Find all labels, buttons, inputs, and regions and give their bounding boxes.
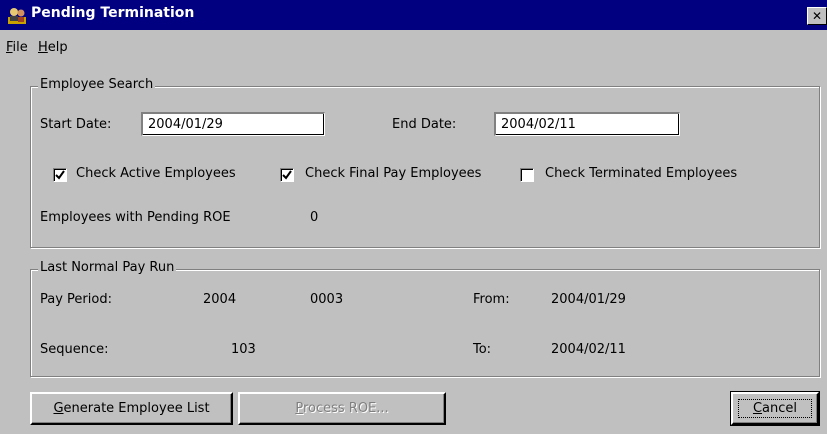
check-terminated-checkbox[interactable] [520,168,534,182]
end-date-field[interactable]: 2004/02/11 [494,112,680,136]
employee-search-title: Employee Search [38,77,156,92]
app-icon [8,8,26,24]
menu-file[interactable]: File [6,40,28,55]
check-active-checkbox[interactable] [53,168,67,182]
to-label: To: [473,342,492,357]
last-pay-run-title: Last Normal Pay Run [38,260,177,275]
sequence-value: 103 [231,342,256,357]
menu-help[interactable]: Help [38,40,68,55]
start-date-field[interactable]: 2004/01/29 [141,112,325,136]
close-button[interactable]: ✕ [807,7,827,25]
check-active-label[interactable]: Check Active Employees [76,166,236,181]
to-value: 2004/02/11 [551,342,626,357]
close-icon: ✕ [811,9,823,23]
pending-roe-value: 0 [310,210,319,225]
focus-rectangle [738,399,812,418]
checkmark-icon [282,170,292,180]
process-roe-button[interactable]: Process ROE... [238,392,446,425]
check-terminated-label[interactable]: Check Terminated Employees [545,166,737,181]
from-value: 2004/01/29 [551,292,626,307]
end-date-label: End Date: [392,117,457,132]
window-title: Pending Termination [31,5,195,21]
from-label: From: [473,292,510,307]
generate-employee-list-button[interactable]: Generate Employee List [30,392,233,425]
title-bar: Pending Termination ✕ [0,0,827,30]
check-final-pay-label[interactable]: Check Final Pay Employees [305,166,481,181]
pending-roe-label: Employees with Pending ROE [40,210,231,225]
start-date-label: Start Date: [40,117,112,132]
checkmark-icon [55,170,65,180]
pay-period-label: Pay Period: [40,292,112,307]
pay-period-year: 2004 [203,292,237,307]
pay-period-number: 0003 [310,292,344,307]
check-final-pay-checkbox[interactable] [280,168,294,182]
cancel-button[interactable]: Cancel [730,391,820,426]
sequence-label: Sequence: [40,342,109,357]
last-pay-run-group [30,269,820,377]
